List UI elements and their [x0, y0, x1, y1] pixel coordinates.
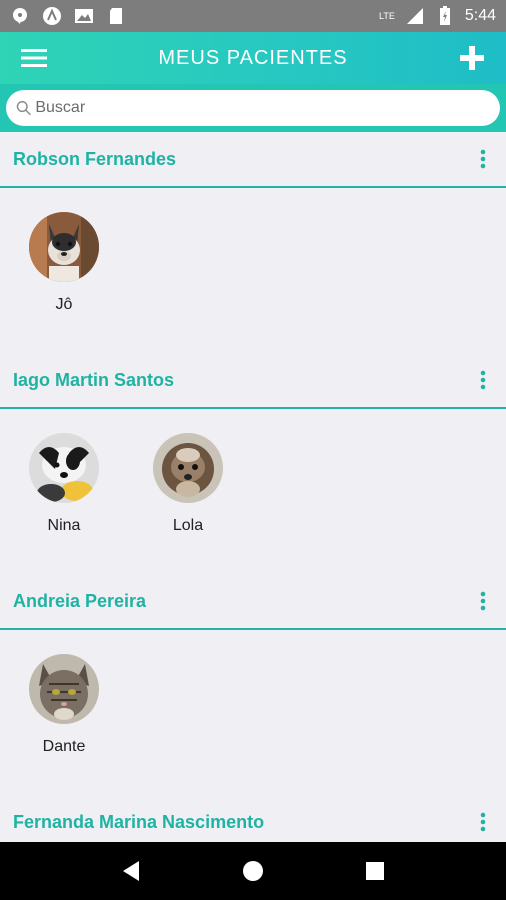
sd-card-icon — [106, 6, 126, 26]
menu-button[interactable] — [0, 32, 68, 84]
image-notification-icon — [74, 6, 94, 26]
more-vert-icon — [480, 149, 486, 169]
owner-name[interactable]: Iago Martin Santos — [13, 370, 473, 391]
page-title: MEUS PACIENTES — [158, 46, 348, 69]
pet-card[interactable]: Jô — [24, 212, 104, 353]
owner-more-button[interactable] — [473, 807, 493, 837]
app-bar: MEUS PACIENTES — [0, 32, 506, 84]
pet-avatar — [153, 433, 223, 503]
chat-notification-icon — [10, 6, 30, 26]
search-bar — [0, 84, 506, 132]
pets-row: Nina Lola — [0, 409, 506, 574]
owner-header: Andreia Pereira — [0, 574, 506, 630]
battery-icon — [435, 6, 455, 26]
pets-row: Jô — [0, 188, 506, 353]
owner-name[interactable]: Andreia Pereira — [13, 591, 473, 612]
signal-icon — [405, 6, 425, 26]
back-triangle-icon — [123, 861, 139, 881]
home-button[interactable] — [233, 851, 273, 891]
app-notification-icon — [42, 6, 62, 26]
patient-list: Robson Fernandes Jô Iago Martin Santos N… — [0, 132, 506, 842]
network-label: LTE — [379, 11, 395, 21]
plus-icon — [460, 46, 484, 70]
owner-more-button[interactable] — [473, 365, 493, 395]
more-vert-icon — [480, 370, 486, 390]
pet-name: Jô — [55, 296, 73, 313]
owner-name[interactable]: Fernanda Marina Nascimento — [13, 812, 473, 833]
clock: 5:44 — [464, 7, 496, 24]
pet-avatar — [29, 654, 99, 724]
home-circle-icon — [243, 861, 263, 881]
pet-avatar — [29, 433, 99, 503]
notification-icons — [10, 6, 126, 26]
pet-name: Nina — [47, 517, 81, 534]
recents-button[interactable] — [355, 851, 395, 891]
pet-avatar — [29, 212, 99, 282]
owner-header: Fernanda Marina Nascimento — [0, 795, 506, 842]
pet-name: Dante — [42, 738, 86, 755]
back-button[interactable] — [111, 851, 151, 891]
search-icon — [16, 101, 31, 116]
owner-header: Iago Martin Santos — [0, 353, 506, 409]
hamburger-icon — [21, 49, 47, 67]
recents-square-icon — [366, 862, 384, 880]
owner-more-button[interactable] — [473, 586, 493, 616]
pet-card[interactable]: Dante — [24, 654, 104, 795]
pet-card[interactable]: Nina — [24, 433, 104, 574]
system-nav-bar — [0, 842, 506, 900]
add-patient-button[interactable] — [438, 32, 506, 84]
pet-card[interactable]: Lola — [148, 433, 228, 574]
pets-row: Dante — [0, 630, 506, 795]
more-vert-icon — [480, 591, 486, 611]
status-bar: LTE 5:44 — [0, 0, 506, 32]
more-vert-icon — [480, 812, 486, 832]
pet-name: Lola — [172, 517, 204, 534]
search-input[interactable] — [35, 99, 490, 117]
owner-name[interactable]: Robson Fernandes — [13, 149, 473, 170]
search-box[interactable] — [6, 90, 500, 126]
owner-header: Robson Fernandes — [0, 132, 506, 188]
owner-more-button[interactable] — [473, 144, 493, 174]
